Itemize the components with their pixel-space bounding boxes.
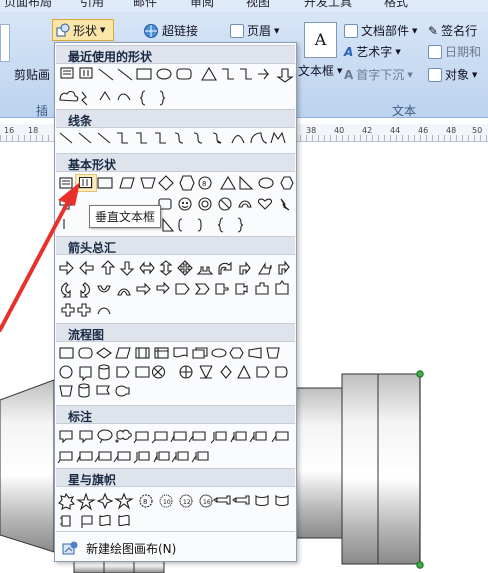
new-drawing-canvas-label: 新建绘图画布(N) xyxy=(86,541,177,556)
new-drawing-canvas-item[interactable]: 新建绘图画布(N) xyxy=(58,538,290,558)
block-arrows-row-1 xyxy=(59,260,290,276)
flowchart-row-1 xyxy=(59,347,280,359)
flowchart-row-3 xyxy=(59,383,130,398)
svg-text:8: 8 xyxy=(202,180,206,188)
stars-banners-row-2 xyxy=(60,514,130,528)
callouts-row-1 xyxy=(59,429,289,444)
drawing-canvas-icon xyxy=(62,541,78,555)
stars-banners-row-1: 8 10 12 16 xyxy=(58,492,289,511)
svg-text:12: 12 xyxy=(183,499,191,506)
block-arrows-row-2 xyxy=(60,280,289,298)
flowchart-row-2 xyxy=(59,364,288,382)
shape-glyph-layer: 8 8 10 12 16 xyxy=(57,66,294,528)
svg-text:16: 16 xyxy=(203,499,211,506)
recent-shapes-row-2 xyxy=(59,90,166,106)
shape-tooltip: 垂直文本框 xyxy=(89,205,162,228)
svg-text:8: 8 xyxy=(143,498,147,506)
lines-row xyxy=(59,131,286,144)
block-arrows-row-3 xyxy=(61,303,111,317)
svg-text:10: 10 xyxy=(163,499,171,506)
recent-shapes-row-1 xyxy=(60,66,294,83)
callouts-row-2 xyxy=(57,451,209,464)
vertical-text-box-icon xyxy=(79,177,92,188)
